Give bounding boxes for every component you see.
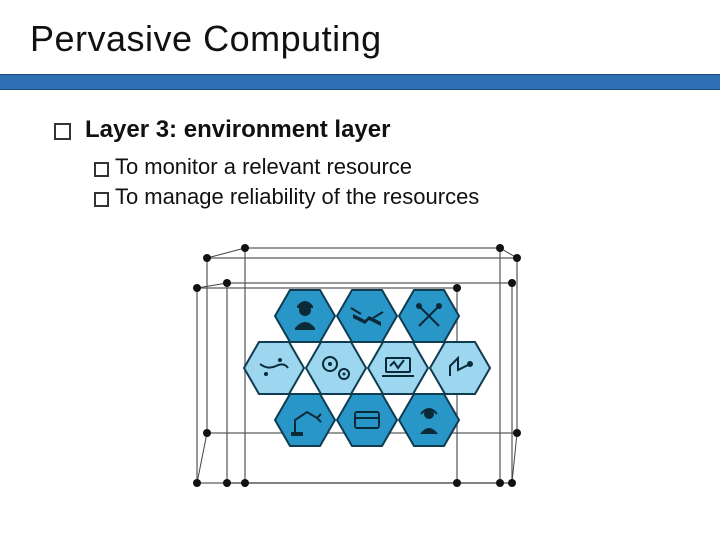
hex-empty-icon: [337, 394, 397, 446]
title-rule: [0, 74, 720, 90]
subitem-2: To manage reliability of the resources: [94, 184, 680, 210]
subitem-prefix: To: [115, 184, 138, 210]
slide-title: Pervasive Computing: [0, 0, 720, 60]
hex-person-icon: [399, 394, 459, 446]
hex-cluster: [244, 290, 490, 446]
heading-text: Layer 3: environment layer: [85, 116, 390, 144]
slide-body: Layer 3: environment layer To monitor a …: [0, 90, 720, 518]
hex-robot-arm-icon: [275, 394, 335, 446]
hex-gears-icon: [306, 342, 366, 394]
square-bullet-icon: [94, 162, 109, 177]
subitem-1: To monitor a relevant resource: [94, 154, 680, 180]
subitem-prefix: To: [115, 154, 138, 180]
hex-handshake-icon: [337, 290, 397, 342]
hex-tools-icon: [399, 290, 459, 342]
subitem-text: manage reliability of the resources: [144, 184, 479, 210]
square-bullet-icon: [94, 192, 109, 207]
hex-blank-icon: [430, 342, 490, 394]
hex-laptop-icon: [368, 342, 428, 394]
square-bullet-icon: [54, 123, 71, 140]
slide: Pervasive Computing Layer 3: environment…: [0, 0, 720, 540]
heading-layer3: Layer 3: environment layer: [54, 116, 680, 144]
environment-layer-figure: [167, 228, 567, 518]
subitem-text: monitor a relevant resource: [144, 154, 412, 180]
hex-globe-icon: [244, 342, 304, 394]
hex-worker-icon: [275, 290, 335, 342]
hex-network-svg: [167, 228, 567, 518]
